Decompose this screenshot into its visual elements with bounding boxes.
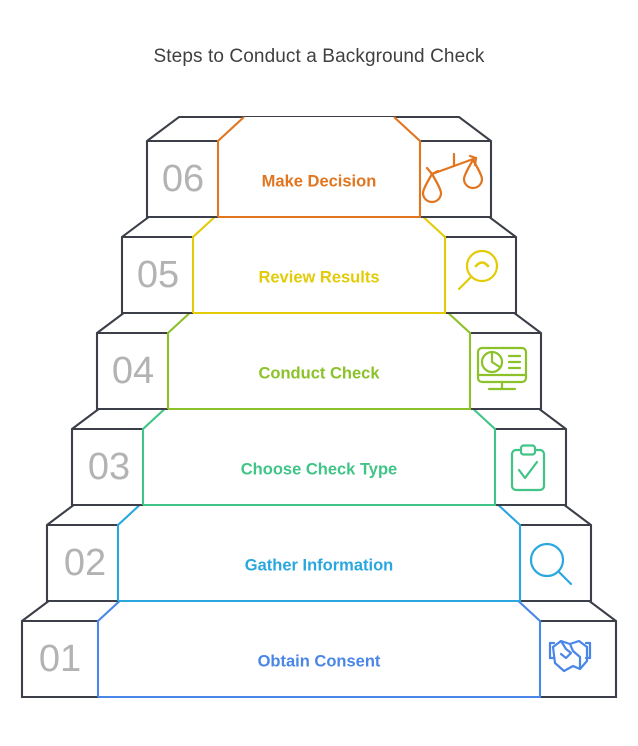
step-01-number: 01 xyxy=(39,638,81,680)
step-06-number: 06 xyxy=(162,158,204,200)
step-05-number: 05 xyxy=(137,254,179,296)
step-02-number: 02 xyxy=(64,542,106,584)
step-04-number: 04 xyxy=(112,350,154,392)
step-05-label: Review Results xyxy=(258,268,379,286)
step-01-group[interactable]: 01 Obtain Consent xyxy=(20,595,618,699)
step-03-group[interactable]: 03 Choose Check Type xyxy=(70,403,568,507)
diagram-canvas: Steps to Conduct a Background Check 01 O… xyxy=(0,0,638,746)
step-01-label: Obtain Consent xyxy=(258,652,381,670)
step-06-top-face xyxy=(218,117,420,141)
step-02-label: Gather Information xyxy=(245,556,394,574)
step-04-label: Conduct Check xyxy=(258,364,380,382)
step-05-group[interactable]: 05 Review Results xyxy=(120,211,518,315)
step-02-group[interactable]: 02 Gather Information xyxy=(45,499,593,603)
step-06-group[interactable]: 06 Make Decision xyxy=(145,115,493,219)
step-04-group[interactable]: 04 Conduct Check xyxy=(95,307,543,411)
step-03-number: 03 xyxy=(88,446,130,488)
steps-diagram: 01 Obtain Consent 02 Gather Information … xyxy=(20,115,618,699)
step-03-label: Choose Check Type xyxy=(241,460,397,478)
step-06-label: Make Decision xyxy=(262,172,377,190)
